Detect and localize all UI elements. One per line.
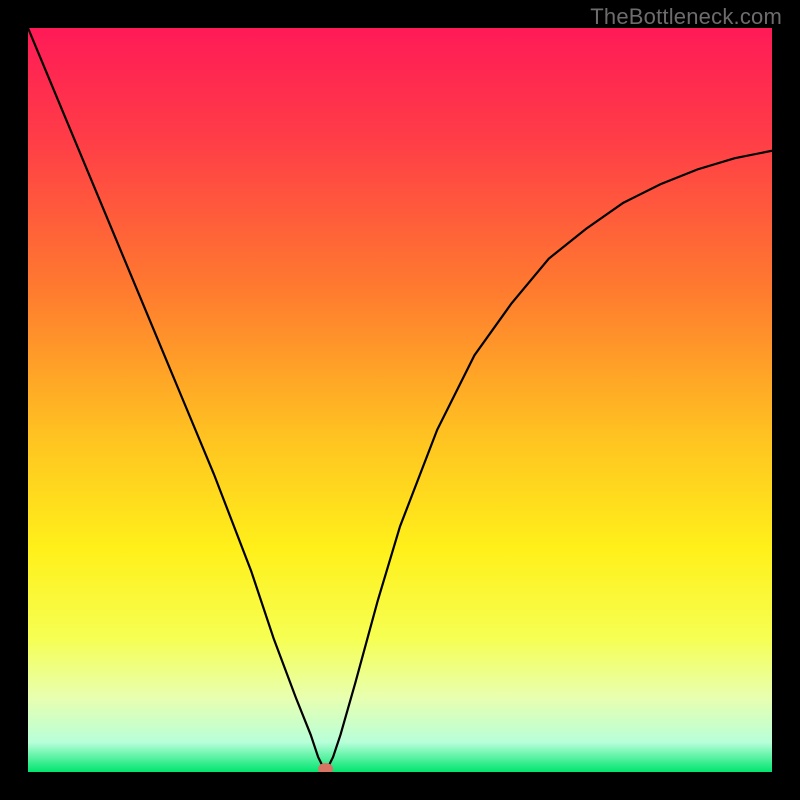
chart-frame: TheBottleneck.com	[0, 0, 800, 800]
gradient-background	[28, 28, 772, 772]
plot-area	[28, 28, 772, 772]
chart-svg	[28, 28, 772, 772]
watermark-label: TheBottleneck.com	[590, 4, 782, 30]
